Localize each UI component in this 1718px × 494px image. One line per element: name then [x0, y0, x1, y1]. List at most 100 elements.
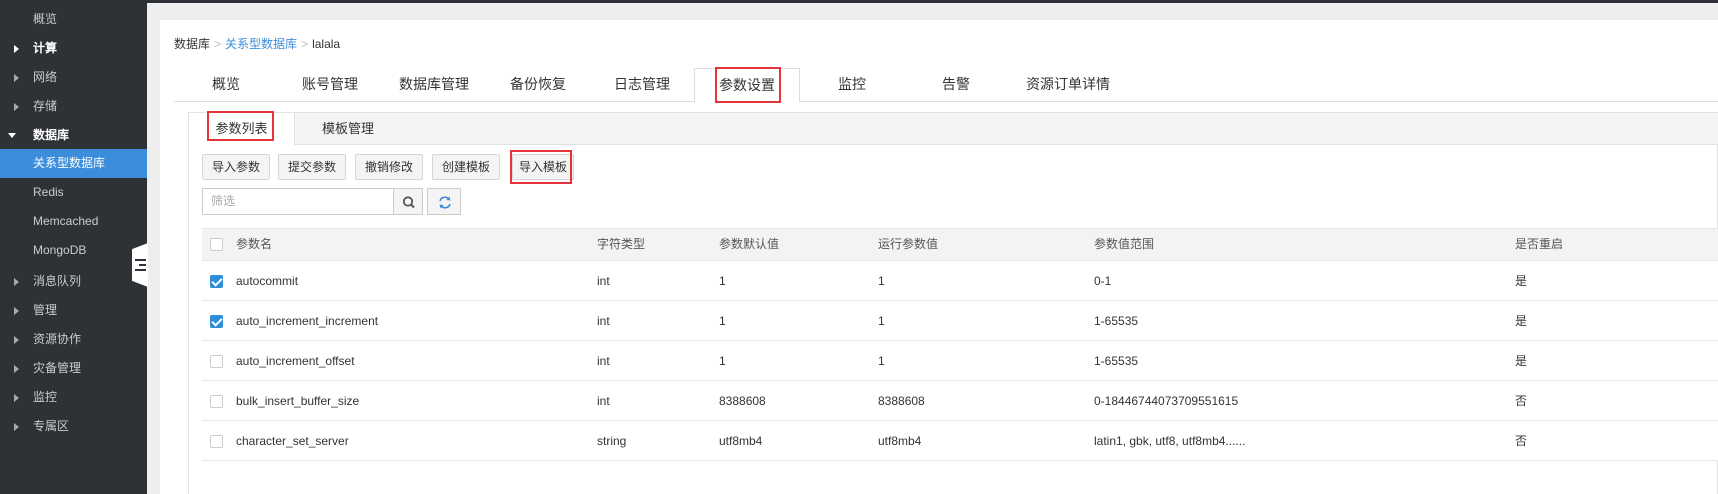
param-running[interactable]: utf8mb4 [878, 421, 921, 461]
refresh-button[interactable] [427, 188, 461, 215]
param-default: utf8mb4 [719, 434, 763, 448]
subtab-template-management[interactable]: 模板管理 [295, 113, 401, 145]
breadcrumb-separator: > [301, 37, 309, 51]
sidebar-item-label: 数据库 [33, 128, 70, 142]
param-restart: 是 [1515, 274, 1528, 288]
row-checkbox[interactable] [210, 355, 223, 368]
row-checkbox[interactable] [210, 315, 223, 328]
param-name: auto_increment_increment [236, 314, 379, 328]
sidebar-item-storage[interactable]: 存储 [0, 92, 147, 121]
param-default: 1 [719, 314, 726, 328]
create-template-button[interactable]: 创建模板 [432, 154, 500, 180]
sidebar-item-disaster-recovery[interactable]: 灾备管理 [0, 354, 147, 383]
filter-input[interactable]: 筛选 [202, 188, 393, 215]
param-running[interactable]: 1 [878, 261, 885, 301]
column-header: 参数值范围 [1094, 237, 1155, 251]
tab-order-details[interactable]: 资源订单详情 [1008, 68, 1128, 102]
sidebar-item-resource-collab[interactable]: 资源协作 [0, 325, 147, 354]
param-running[interactable]: 1 [878, 341, 885, 381]
sidebar-item-compute[interactable]: 计算 [0, 34, 147, 63]
table-row: bulk_insert_buffer_size int 8388608 8388… [202, 381, 1718, 421]
param-range: 1-65535 [1094, 354, 1139, 368]
breadcrumb-separator: > [214, 37, 222, 51]
sidebar-item-mongodb[interactable]: MongoDB [0, 236, 147, 265]
row-checkbox[interactable] [210, 395, 223, 408]
table-row: autocommit int 1 1 0-1 是 [202, 261, 1718, 301]
sidebar-item-label: 计算 [33, 41, 58, 55]
refresh-icon [439, 196, 451, 209]
sidebar-item-label: Redis [33, 185, 64, 199]
caret-right-icon [14, 307, 19, 315]
breadcrumb: 数据库 > 关系型数据库 > lalala [174, 35, 340, 52]
sidebar-item-redis[interactable]: Redis [0, 178, 147, 207]
param-type: int [597, 274, 610, 288]
search-button[interactable] [393, 188, 423, 215]
tab-overview[interactable]: 概览 [174, 68, 278, 102]
select-all-checkbox[interactable] [210, 238, 223, 251]
submit-params-button[interactable]: 提交参数 [278, 154, 346, 180]
tab-accounts[interactable]: 账号管理 [278, 68, 382, 102]
tab-alerts[interactable]: 告警 [904, 68, 1008, 102]
param-type: int [597, 394, 610, 408]
caret-right-icon [14, 74, 19, 82]
sidebar-item-label: 存储 [33, 99, 58, 113]
param-restart: 是 [1515, 354, 1528, 368]
sidebar-item-monitoring[interactable]: 监控 [0, 383, 147, 412]
param-default: 1 [719, 354, 726, 368]
sidebar-collapse-button[interactable] [132, 243, 148, 287]
import-params-button[interactable]: 导入参数 [202, 154, 270, 180]
tab-monitoring[interactable]: 监控 [800, 68, 904, 102]
sidebar-item-label: 资源协作 [33, 332, 82, 346]
sidebar-item-label: 管理 [33, 303, 58, 317]
caret-right-icon [14, 423, 19, 431]
caret-right-icon [14, 278, 19, 286]
sidebar-item-label: 专属区 [33, 419, 70, 433]
highlight-box [715, 67, 781, 103]
tab-databases[interactable]: 数据库管理 [382, 68, 486, 102]
breadcrumb-section[interactable]: 关系型数据库 [225, 37, 297, 51]
tab-logs[interactable]: 日志管理 [590, 68, 694, 102]
sidebar-item-dedicated-zone[interactable]: 专属区 [0, 412, 147, 441]
row-checkbox[interactable] [210, 435, 223, 448]
sidebar-item-overview[interactable]: 概览 [0, 5, 147, 34]
column-header: 参数名 [236, 237, 273, 251]
highlight-box [207, 111, 274, 141]
param-name: auto_increment_offset [236, 354, 355, 368]
caret-right-icon [14, 394, 19, 402]
tab-backup-restore[interactable]: 备份恢复 [486, 68, 590, 102]
sidebar-item-message-queue[interactable]: 消息队列 [0, 267, 147, 296]
param-type: string [597, 434, 627, 448]
row-checkbox[interactable] [210, 275, 223, 288]
caret-down-icon [8, 133, 16, 138]
param-restart: 否 [1515, 434, 1528, 448]
sidebar-item-label: 概览 [33, 12, 58, 26]
column-header: 参数默认值 [719, 237, 780, 251]
search-icon [402, 196, 415, 209]
breadcrumb-current: lalala [312, 37, 341, 51]
top-strip [0, 0, 1718, 3]
param-running[interactable]: 8388608 [878, 381, 925, 421]
param-restart: 否 [1515, 394, 1528, 408]
sidebar-item-label: 消息队列 [33, 274, 82, 288]
caret-right-icon [14, 365, 19, 373]
sidebar-item-memcached[interactable]: Memcached [0, 207, 147, 236]
sidebar: 概览 计算 网络 存储 数据库 关系型数据库 Redis Memcached M… [0, 0, 147, 494]
sidebar-item-database[interactable]: 数据库 [0, 121, 147, 150]
table-row: character_set_server string utf8mb4 utf8… [202, 421, 1718, 461]
sidebar-item-label: Memcached [33, 214, 99, 228]
collapse-menu-icon [135, 259, 146, 271]
breadcrumb-root[interactable]: 数据库 [174, 37, 210, 51]
revert-changes-button[interactable]: 撤销修改 [355, 154, 423, 180]
column-header: 是否重启 [1515, 237, 1564, 251]
main-content: 数据库 > 关系型数据库 > lalala 概览 账号管理 数据库管理 备份恢复 日志管… [160, 20, 1718, 494]
sidebar-item-relational-db[interactable]: 关系型数据库 [0, 149, 147, 178]
sidebar-item-network[interactable]: 网络 [0, 63, 147, 92]
param-running[interactable]: 1 [878, 301, 885, 341]
param-default: 1 [719, 274, 726, 288]
column-header: 运行参数值 [878, 237, 939, 251]
sub-tabs: 参数列表 模板管理 [189, 113, 1718, 146]
instance-tabs: 概览 账号管理 数据库管理 备份恢复 日志管理 参数设置 监控 告警 资源订单详… [174, 68, 1718, 103]
table-row: auto_increment_offset int 1 1 1-65535 是 [202, 341, 1718, 381]
sidebar-item-management[interactable]: 管理 [0, 296, 147, 325]
caret-right-icon [14, 336, 19, 344]
